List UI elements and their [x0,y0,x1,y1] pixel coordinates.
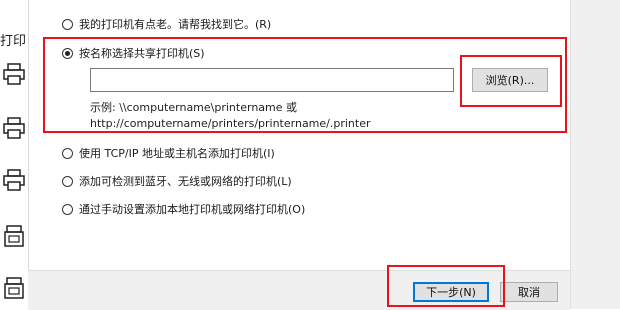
fax-printer-icon [4,277,24,299]
background-right-area [570,0,620,309]
option-tcpip[interactable]: 使用 TCP/IP 地址或主机名添加打印机(I) [62,145,275,161]
radio-tcpip[interactable] [62,147,73,159]
radio-manual-local[interactable] [62,203,73,215]
background-window-title: 打印 [0,34,27,49]
background-window-strip: 打印 [0,0,29,309]
option-old-printer[interactable]: 我的打印机有点老。请帮我找到它。(R) [62,16,271,32]
cancel-button[interactable]: 取消 [500,282,558,302]
highlight-next-button [387,265,505,307]
option-tcpip-label: 使用 TCP/IP 地址或主机名添加打印机(I) [79,147,275,160]
printer-icon [3,63,25,85]
option-manual-local[interactable]: 通过手动设置添加本地打印机或网络打印机(O) [62,201,305,217]
radio-old-printer[interactable] [62,18,73,30]
printer-icon [3,169,25,191]
option-bluetooth-wireless[interactable]: 添加可检测到蓝牙、无线或网络的打印机(L) [62,173,292,189]
fax-printer-icon [4,225,24,247]
highlight-browse-button [460,55,562,107]
option-old-printer-label: 我的打印机有点老。请帮我找到它。(R) [79,18,272,31]
option-bluetooth-wireless-label: 添加可检测到蓝牙、无线或网络的打印机(L) [79,175,292,188]
printer-icon [3,117,25,139]
radio-bluetooth-wireless[interactable] [62,175,73,187]
option-manual-local-label: 通过手动设置添加本地打印机或网络打印机(O) [79,203,306,216]
